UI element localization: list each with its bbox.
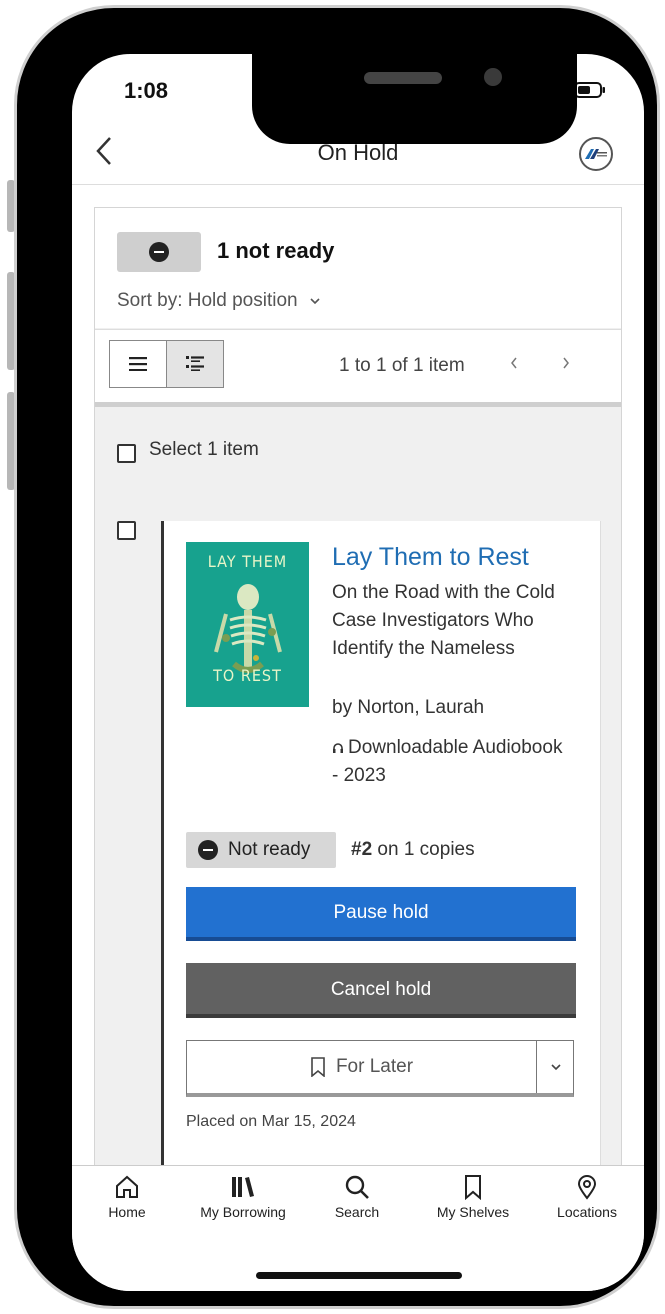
holds-panel: 1 not ready Sort by: Hold position 1 to … — [94, 207, 622, 1165]
prev-page-button[interactable] — [509, 353, 519, 376]
tab-search[interactable]: Search — [302, 1174, 412, 1220]
tab-search-label: Search — [334, 1204, 380, 1220]
paging-text: 1 to 1 of 1 item — [339, 355, 465, 376]
phone-frame: 1:08 On Hold 1 not ready Sort by: Hold p… — [14, 5, 660, 1309]
format-text: Downloadable Audiobook - 2023 — [332, 737, 563, 786]
bookmark-icon — [465, 1175, 481, 1200]
cancel-hold-button[interactable]: Cancel hold — [186, 963, 576, 1018]
list-icon — [129, 357, 147, 371]
tab-home[interactable]: Home — [72, 1174, 182, 1220]
tab-my-borrowing[interactable]: My Borrowing — [188, 1174, 298, 1220]
for-later-label: For Later — [335, 1056, 414, 1077]
queue-text: on 1 copies — [377, 839, 475, 860]
chevron-left-icon — [511, 357, 517, 369]
select-all-label: Select 1 item — [149, 439, 259, 460]
headphones-icon — [333, 743, 343, 753]
book-format: Downloadable Audiobook - 2023 — [332, 734, 572, 790]
cover-title-bottom: TO REST — [213, 666, 282, 685]
phone-screen: 1:08 On Hold 1 not ready Sort by: Hold p… — [72, 54, 644, 1291]
detailed-view-button[interactable] — [166, 341, 223, 387]
book-cover[interactable]: LAY THEM TO REST — [186, 542, 309, 707]
book-author: by Norton, Laurah — [332, 697, 485, 718]
books-icon — [232, 1177, 254, 1197]
shelf-options-dropdown[interactable] — [536, 1041, 574, 1093]
chevron-right-icon — [563, 357, 569, 369]
view-toggle — [109, 340, 224, 388]
for-later-button[interactable]: For Later — [187, 1041, 536, 1093]
sort-label: Sort by: Hold position — [117, 290, 298, 311]
speaker — [364, 72, 442, 84]
queue-info: #2 on 1 copies — [351, 839, 475, 861]
tab-home-label: Home — [108, 1204, 146, 1220]
hold-status-badge: Not ready — [186, 832, 336, 868]
pause-hold-button[interactable]: Pause hold — [186, 887, 576, 941]
compact-view-button[interactable] — [110, 341, 166, 387]
main-content: 1 not ready Sort by: Hold position 1 to … — [72, 185, 644, 1165]
hold-item-card: LAY THEM TO REST Lay Them to Rest On the… — [161, 521, 601, 1165]
hold-status-text: Not ready — [228, 839, 311, 860]
minus-circle-icon — [198, 840, 218, 860]
tab-locations[interactable]: Locations — [532, 1174, 642, 1220]
list-toolbar: 1 to 1 of 1 item — [95, 329, 621, 407]
tab-locations-label: Locations — [557, 1204, 617, 1220]
item-checkbox[interactable] — [117, 521, 136, 540]
not-ready-count: 1 not ready — [217, 238, 335, 263]
detail-list-icon — [186, 356, 204, 371]
tab-my-shelves-label: My Shelves — [436, 1204, 510, 1220]
library-logo-button[interactable] — [579, 137, 613, 171]
location-pin-icon — [577, 1175, 597, 1200]
notch — [252, 54, 577, 144]
queue-position: #2 — [351, 839, 373, 860]
tab-my-shelves[interactable]: My Shelves — [418, 1174, 528, 1220]
placed-on-date: Placed on Mar 15, 2024 — [186, 1113, 356, 1130]
home-icon — [116, 1175, 138, 1198]
book-title-link[interactable]: Lay Them to Rest — [332, 543, 529, 572]
library-logo-icon — [585, 149, 607, 159]
chevron-down-icon — [550, 1064, 561, 1071]
battery-icon — [574, 82, 605, 98]
minus-circle-icon — [149, 242, 169, 262]
status-time: 1:08 — [124, 78, 169, 103]
bookmark-icon — [311, 1057, 325, 1077]
search-icon — [345, 1175, 369, 1199]
camera — [484, 68, 502, 86]
home-indicator — [256, 1272, 462, 1279]
chevron-down-icon — [310, 298, 320, 305]
next-page-button[interactable] — [561, 353, 571, 376]
sort-dropdown[interactable]: Sort by: Hold position — [117, 290, 321, 312]
cover-title-top: LAY THEM — [207, 552, 288, 571]
book-subtitle: On the Road with the Cold Case Investiga… — [332, 582, 555, 659]
select-all-checkbox[interactable] — [117, 444, 136, 463]
holds-summary: 1 not ready Sort by: Hold position — [95, 208, 621, 328]
tab-my-borrowing-label: My Borrowing — [200, 1204, 286, 1220]
not-ready-filter[interactable] — [117, 232, 201, 272]
shelf-button: For Later — [186, 1040, 574, 1097]
